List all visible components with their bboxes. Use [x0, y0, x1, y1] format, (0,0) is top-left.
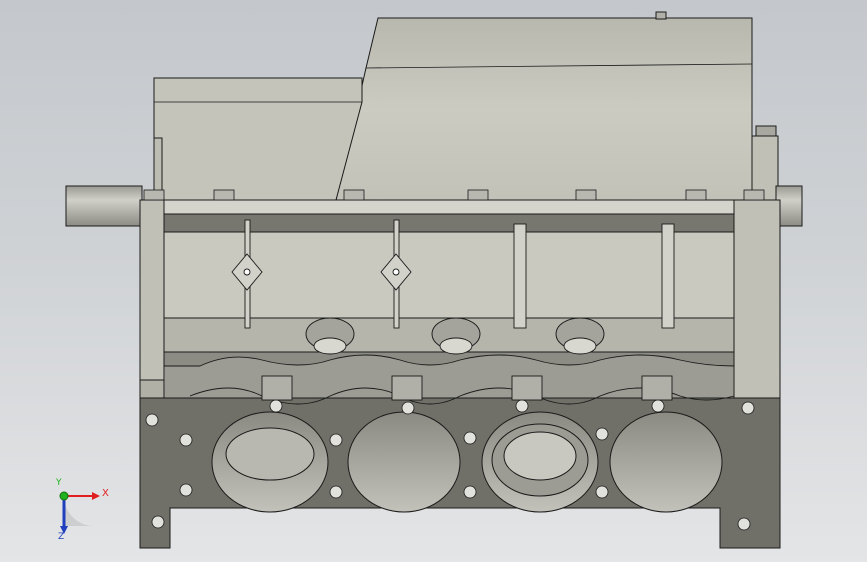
bolt: [213, 189, 235, 201]
y-axis-dot: [59, 491, 69, 501]
z-axis-label: Z: [58, 532, 65, 542]
pipe-left: [65, 185, 143, 227]
bolt: [343, 189, 365, 201]
engine-block-model[interactable]: [0, 0, 867, 562]
block-side-right: [733, 199, 781, 401]
bore-1: [211, 411, 329, 513]
orientation-triad[interactable]: X Y Z: [46, 478, 116, 544]
upper-cover-right: [335, 17, 753, 201]
upper-cover: [153, 11, 779, 201]
bolt: [743, 189, 765, 201]
upper-cover-left: [153, 77, 363, 201]
x-axis-label: X: [102, 488, 109, 499]
cover-stud-top: [655, 11, 667, 20]
block-side-left: [139, 199, 165, 401]
bore-3: [481, 411, 599, 513]
bore-2: [347, 411, 461, 513]
bolt: [467, 189, 489, 201]
bolt: [143, 189, 165, 201]
y-axis-label: Y: [56, 478, 62, 488]
bore-4: [609, 411, 723, 513]
graphics-viewport[interactable]: X Y Z: [0, 0, 867, 562]
bolt: [575, 189, 597, 201]
bolt: [685, 189, 707, 201]
